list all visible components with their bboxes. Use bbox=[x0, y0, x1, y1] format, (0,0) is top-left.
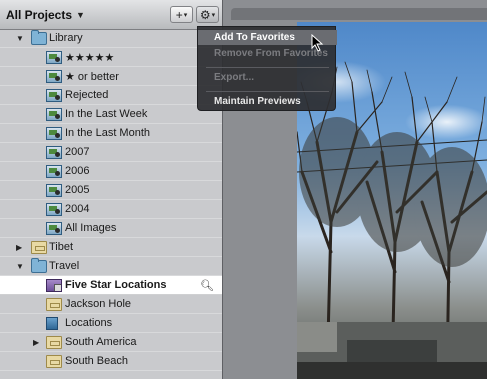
smart-icon bbox=[46, 279, 62, 292]
album-icon bbox=[46, 89, 62, 102]
album-icon bbox=[46, 51, 62, 64]
library-row-label: ★ or better bbox=[65, 70, 119, 83]
project-icon bbox=[46, 336, 62, 349]
library-row[interactable]: ▶ South America bbox=[0, 333, 222, 352]
library-row-label: Library bbox=[49, 32, 83, 44]
disclosure-open-icon[interactable]: ▼ bbox=[16, 34, 24, 43]
library-row-label: Jackson Hole bbox=[65, 298, 132, 310]
library-row[interactable]: ★ or better bbox=[0, 67, 222, 86]
library-row-label: ★★★★★ bbox=[65, 51, 115, 64]
album-icon bbox=[46, 108, 62, 121]
disclosure-closed-icon[interactable]: ▶ bbox=[16, 243, 22, 252]
project-icon bbox=[46, 355, 62, 368]
library-row[interactable]: All Images bbox=[0, 219, 222, 238]
album-icon bbox=[46, 203, 62, 216]
library-row[interactable]: 2006 bbox=[0, 162, 222, 181]
folder-icon bbox=[31, 258, 47, 273]
library-row-label: 2005 bbox=[65, 184, 90, 196]
album-icon bbox=[46, 70, 62, 83]
library-row[interactable]: ★★★★★ bbox=[0, 48, 222, 67]
menu-separator bbox=[206, 67, 329, 68]
chevron-down-icon: ▾ bbox=[183, 11, 188, 19]
chevron-down-icon: ▼ bbox=[76, 10, 85, 20]
library-row[interactable]: 2004 bbox=[0, 200, 222, 219]
library-row-label: 2006 bbox=[65, 165, 90, 177]
library-panel: All Projects ▼ + ▾ ⚙ ▾ ▼ Library ★★★★★ ★ or… bbox=[0, 0, 223, 379]
library-row-label: Tibet bbox=[49, 241, 74, 253]
library-row[interactable]: Five Star Locations 🔍︎ bbox=[0, 276, 222, 295]
library-toolbar: All Projects ▼ + ▾ ⚙ ▾ bbox=[0, 0, 222, 30]
projects-popup-label: All Projects bbox=[6, 8, 73, 22]
disclosure-closed-icon[interactable]: ▶ bbox=[33, 338, 39, 347]
folder-icon bbox=[31, 30, 47, 45]
library-row[interactable]: Rejected bbox=[0, 86, 222, 105]
library-row[interactable]: ▼ Travel bbox=[0, 257, 222, 276]
library-row-label: All Images bbox=[65, 222, 117, 234]
album-icon bbox=[46, 127, 62, 140]
library-row[interactable]: Locations bbox=[0, 314, 222, 333]
album-icon bbox=[46, 165, 62, 178]
viewer-frame bbox=[231, 8, 487, 20]
library-row[interactable]: 2007 bbox=[0, 143, 222, 162]
library-row-label: South Beach bbox=[65, 355, 128, 367]
library-row[interactable]: South Beach bbox=[0, 352, 222, 371]
library-row[interactable]: Jackson Hole bbox=[0, 295, 222, 314]
project-icon bbox=[31, 241, 47, 254]
library-list: ▼ Library ★★★★★ ★ or better Rejected In the L… bbox=[0, 29, 222, 371]
add-button[interactable]: + ▾ bbox=[170, 6, 193, 23]
menu-item-maintain-previews[interactable]: Maintain Previews bbox=[198, 94, 337, 109]
plus-icon: + bbox=[175, 7, 183, 22]
library-row[interactable]: In the Last Month bbox=[0, 124, 222, 143]
library-row-label: Locations bbox=[65, 317, 113, 329]
library-row[interactable]: In the Last Week bbox=[0, 105, 222, 124]
library-row-label: Travel bbox=[49, 260, 80, 272]
gear-icon: ⚙ bbox=[199, 7, 211, 22]
library-row-label: South America bbox=[65, 336, 137, 348]
library-row[interactable]: 2005 bbox=[0, 181, 222, 200]
library-row-label: In the Last Week bbox=[65, 108, 148, 120]
library-row-label: 2004 bbox=[65, 203, 90, 215]
disclosure-open-icon[interactable]: ▼ bbox=[16, 262, 24, 271]
library-row[interactable]: ▶ Tibet bbox=[0, 238, 222, 257]
menu-item-export: Export... bbox=[214, 72, 255, 83]
album-icon bbox=[46, 184, 62, 197]
menu-separator bbox=[206, 91, 329, 92]
library-row-label: Rejected bbox=[65, 89, 109, 101]
search-icon[interactable]: 🔍︎ bbox=[200, 279, 214, 292]
book-icon bbox=[46, 317, 58, 330]
library-row-label: In the Last Month bbox=[65, 127, 150, 139]
library-row-label: Five Star Locations bbox=[65, 279, 167, 291]
project-icon bbox=[46, 298, 62, 311]
library-row[interactable]: ▼ Library bbox=[0, 29, 222, 48]
album-icon bbox=[46, 146, 62, 159]
action-menu-button[interactable]: ⚙ ▾ bbox=[196, 6, 219, 23]
all-projects-popup[interactable]: All Projects ▼ bbox=[6, 6, 85, 24]
album-icon bbox=[46, 222, 62, 235]
mouse-cursor-icon bbox=[311, 34, 324, 52]
chevron-down-icon: ▾ bbox=[211, 11, 216, 19]
library-row-label: 2007 bbox=[65, 146, 90, 158]
